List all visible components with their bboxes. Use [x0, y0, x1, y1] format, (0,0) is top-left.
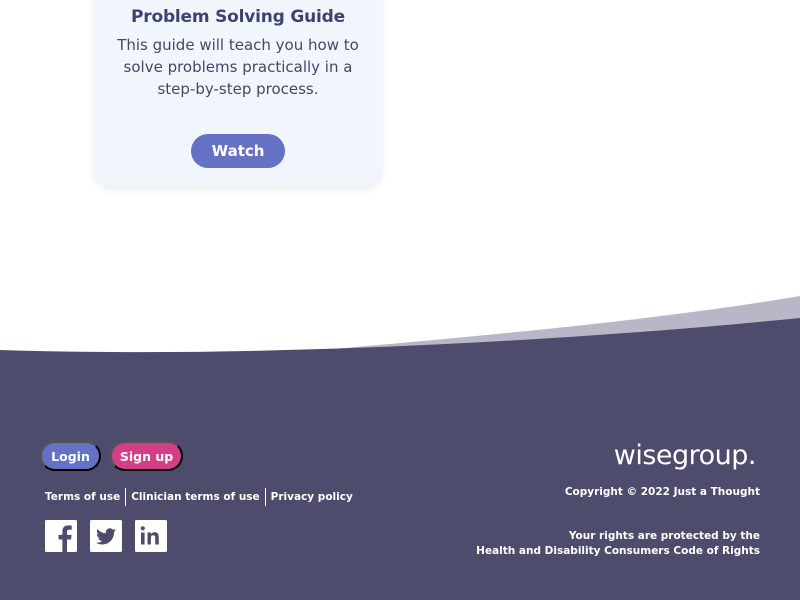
card-title: Problem Solving Guide: [131, 7, 345, 27]
code-of-rights-link[interactable]: Health and Disability Consumers Code of …: [476, 545, 760, 557]
guide-card: Problem Solving Guide This guide will te…: [94, 0, 382, 186]
link-divider: [264, 488, 266, 506]
linkedin-icon[interactable]: [135, 520, 167, 552]
page: Problem Solving Guide This guide will te…: [0, 0, 800, 600]
card-description: This guide will teach you how to solve p…: [117, 36, 359, 98]
signup-button[interactable]: Sign up: [110, 441, 183, 471]
clinician-terms-link[interactable]: Clinician terms of use: [131, 491, 259, 503]
footer-links: Terms of use Clinician terms of use Priv…: [45, 488, 353, 506]
watch-button[interactable]: Watch: [191, 134, 285, 168]
twitter-icon[interactable]: [90, 520, 122, 552]
privacy-policy-link[interactable]: Privacy policy: [271, 491, 353, 503]
wisegroup-logo: wisegroup.: [613, 440, 757, 471]
copyright-text: Copyright © 2022 Just a Thought: [564, 486, 760, 498]
facebook-icon[interactable]: [45, 520, 77, 552]
login-button[interactable]: Login: [40, 441, 101, 471]
terms-of-use-link[interactable]: Terms of use: [45, 491, 120, 503]
rights-text: Your rights are protected by the: [568, 530, 760, 542]
link-divider: [125, 488, 127, 506]
